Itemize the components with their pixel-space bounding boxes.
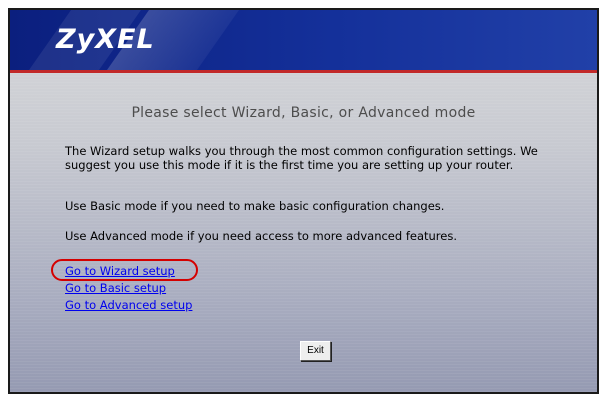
- wizard-description: The Wizard setup walks you through the m…: [65, 144, 538, 172]
- page-title: Please select Wizard, Basic, or Advanced…: [131, 105, 476, 121]
- exit-button[interactable]: Exit: [300, 341, 331, 361]
- zyxel-logo: ZyXEL: [56, 24, 155, 55]
- advanced-description: Use Advanced mode if you need access to …: [65, 229, 458, 243]
- header-banner: ZyXEL: [10, 10, 597, 70]
- basic-setup-link[interactable]: Go to Basic setup: [65, 281, 166, 295]
- advanced-setup-link[interactable]: Go to Advanced setup: [65, 298, 192, 312]
- basic-description: Use Basic mode if you need to make basic…: [65, 199, 445, 213]
- header-divider: [10, 70, 597, 73]
- wizard-setup-link[interactable]: Go to Wizard setup: [65, 264, 175, 278]
- setup-mode-window: ZyXEL Please select Wizard, Basic, or Ad…: [8, 8, 599, 394]
